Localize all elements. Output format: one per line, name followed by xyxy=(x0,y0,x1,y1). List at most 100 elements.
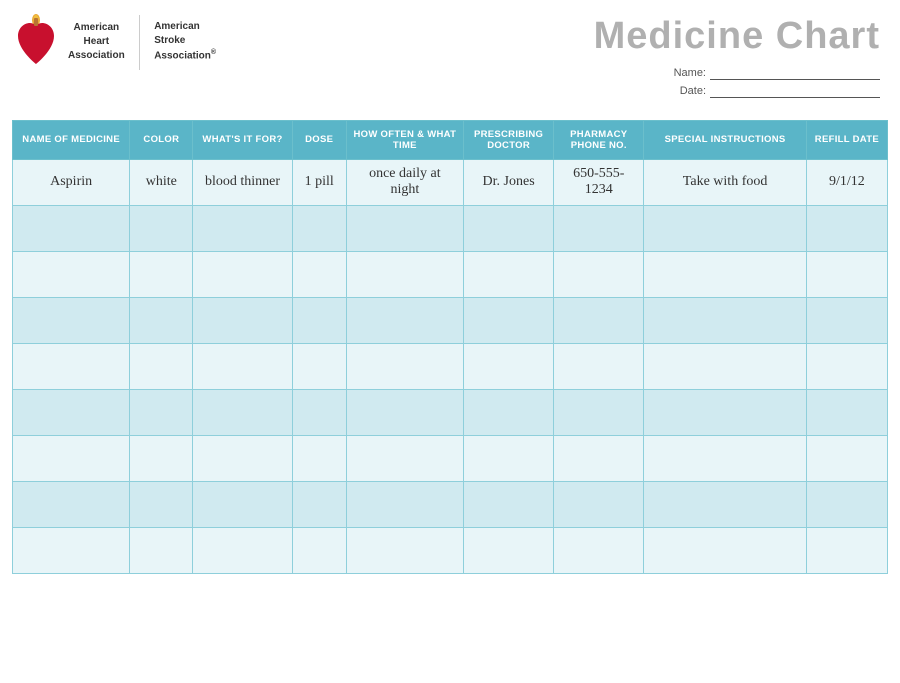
cell-how_often[interactable] xyxy=(346,343,463,389)
cell-name[interactable] xyxy=(13,481,130,527)
cell-dose[interactable] xyxy=(292,481,346,527)
cell-whats_for[interactable] xyxy=(193,343,292,389)
cell-special[interactable] xyxy=(644,251,806,297)
cell-doctor[interactable] xyxy=(464,481,554,527)
cell-whats_for[interactable] xyxy=(193,205,292,251)
cell-dose[interactable] xyxy=(292,205,346,251)
cell-doctor[interactable] xyxy=(464,343,554,389)
cell-refill[interactable] xyxy=(806,343,887,389)
medicine-table: NAME OF MEDICINE COLOR WHAT'S IT FOR? DO… xyxy=(12,120,888,574)
cell-name[interactable] xyxy=(13,205,130,251)
cell-dose[interactable] xyxy=(292,435,346,481)
cell-doctor[interactable]: Dr. Jones xyxy=(464,159,554,205)
cell-color[interactable] xyxy=(130,435,193,481)
col-header-special: SPECIAL INSTRUCTIONS xyxy=(644,120,806,159)
cell-pharmacy[interactable] xyxy=(554,343,644,389)
cell-pharmacy[interactable] xyxy=(554,481,644,527)
cell-pharmacy[interactable] xyxy=(554,205,644,251)
cell-special[interactable] xyxy=(644,481,806,527)
name-field-row: Name: xyxy=(594,66,880,80)
cell-refill[interactable] xyxy=(806,435,887,481)
cell-name[interactable] xyxy=(13,435,130,481)
cell-doctor[interactable] xyxy=(464,389,554,435)
cell-pharmacy[interactable] xyxy=(554,389,644,435)
cell-doctor[interactable] xyxy=(464,297,554,343)
cell-special[interactable] xyxy=(644,527,806,573)
cell-dose[interactable]: 1 pill xyxy=(292,159,346,205)
cell-how_often[interactable] xyxy=(346,297,463,343)
cell-refill[interactable] xyxy=(806,297,887,343)
cell-pharmacy[interactable] xyxy=(554,297,644,343)
cell-refill[interactable] xyxy=(806,527,887,573)
logo-text-aha: American Heart Association xyxy=(68,21,125,63)
cell-special[interactable] xyxy=(644,205,806,251)
cell-name[interactable] xyxy=(13,297,130,343)
cell-color[interactable] xyxy=(130,343,193,389)
cell-how_often[interactable] xyxy=(346,251,463,297)
cell-special[interactable]: Take with food xyxy=(644,159,806,205)
logo-area: American Heart Association American Stro… xyxy=(12,12,216,72)
cell-doctor[interactable] xyxy=(464,435,554,481)
cell-special[interactable] xyxy=(644,435,806,481)
col-header-doctor: PRESCRIBING DOCTOR xyxy=(464,120,554,159)
cell-doctor[interactable] xyxy=(464,251,554,297)
date-label: Date: xyxy=(680,85,706,97)
cell-pharmacy[interactable] xyxy=(554,435,644,481)
cell-color[interactable] xyxy=(130,297,193,343)
cell-pharmacy[interactable] xyxy=(554,527,644,573)
cell-dose[interactable] xyxy=(292,297,346,343)
cell-name[interactable]: Aspirin xyxy=(13,159,130,205)
cell-whats_for[interactable] xyxy=(193,251,292,297)
cell-dose[interactable] xyxy=(292,251,346,297)
cell-name[interactable] xyxy=(13,389,130,435)
cell-special[interactable] xyxy=(644,297,806,343)
cell-color[interactable] xyxy=(130,527,193,573)
table-row xyxy=(13,251,888,297)
cell-refill[interactable] xyxy=(806,251,887,297)
name-input-line[interactable] xyxy=(710,66,880,80)
cell-whats_for[interactable] xyxy=(193,527,292,573)
col-header-color: COLOR xyxy=(130,120,193,159)
cell-whats_for[interactable] xyxy=(193,481,292,527)
cell-whats_for[interactable]: blood thinner xyxy=(193,159,292,205)
cell-doctor[interactable] xyxy=(464,205,554,251)
cell-color[interactable] xyxy=(130,251,193,297)
col-header-pharmacy: PHARMACY PHONE NO. xyxy=(554,120,644,159)
table-row xyxy=(13,481,888,527)
cell-doctor[interactable] xyxy=(464,527,554,573)
cell-how_often[interactable] xyxy=(346,205,463,251)
date-input-line[interactable] xyxy=(710,84,880,98)
cell-color[interactable] xyxy=(130,389,193,435)
cell-pharmacy[interactable] xyxy=(554,251,644,297)
cell-dose[interactable] xyxy=(292,389,346,435)
cell-dose[interactable] xyxy=(292,527,346,573)
cell-special[interactable] xyxy=(644,343,806,389)
cell-how_often[interactable]: once daily at night xyxy=(346,159,463,205)
cell-color[interactable] xyxy=(130,481,193,527)
cell-how_often[interactable] xyxy=(346,481,463,527)
cell-name[interactable] xyxy=(13,527,130,573)
cell-refill[interactable] xyxy=(806,389,887,435)
cell-name[interactable] xyxy=(13,251,130,297)
cell-pharmacy[interactable]: 650-555-1234 xyxy=(554,159,644,205)
cell-how_often[interactable] xyxy=(346,389,463,435)
col-header-dose: DOSE xyxy=(292,120,346,159)
cell-how_often[interactable] xyxy=(346,527,463,573)
form-fields: Name: Date: xyxy=(594,66,880,98)
heart-icon xyxy=(12,12,60,72)
cell-name[interactable] xyxy=(13,343,130,389)
cell-whats_for[interactable] xyxy=(193,389,292,435)
cell-whats_for[interactable] xyxy=(193,297,292,343)
cell-refill[interactable] xyxy=(806,481,887,527)
cell-color[interactable] xyxy=(130,205,193,251)
cell-refill[interactable] xyxy=(806,205,887,251)
col-header-howoften: HOW OFTEN & WHAT TIME xyxy=(346,120,463,159)
logo-divider xyxy=(139,15,141,70)
cell-special[interactable] xyxy=(644,389,806,435)
cell-color[interactable]: white xyxy=(130,159,193,205)
cell-dose[interactable] xyxy=(292,343,346,389)
cell-refill[interactable]: 9/1/12 xyxy=(806,159,887,205)
cell-how_often[interactable] xyxy=(346,435,463,481)
cell-whats_for[interactable] xyxy=(193,435,292,481)
table-container: NAME OF MEDICINE COLOR WHAT'S IT FOR? DO… xyxy=(0,120,900,586)
